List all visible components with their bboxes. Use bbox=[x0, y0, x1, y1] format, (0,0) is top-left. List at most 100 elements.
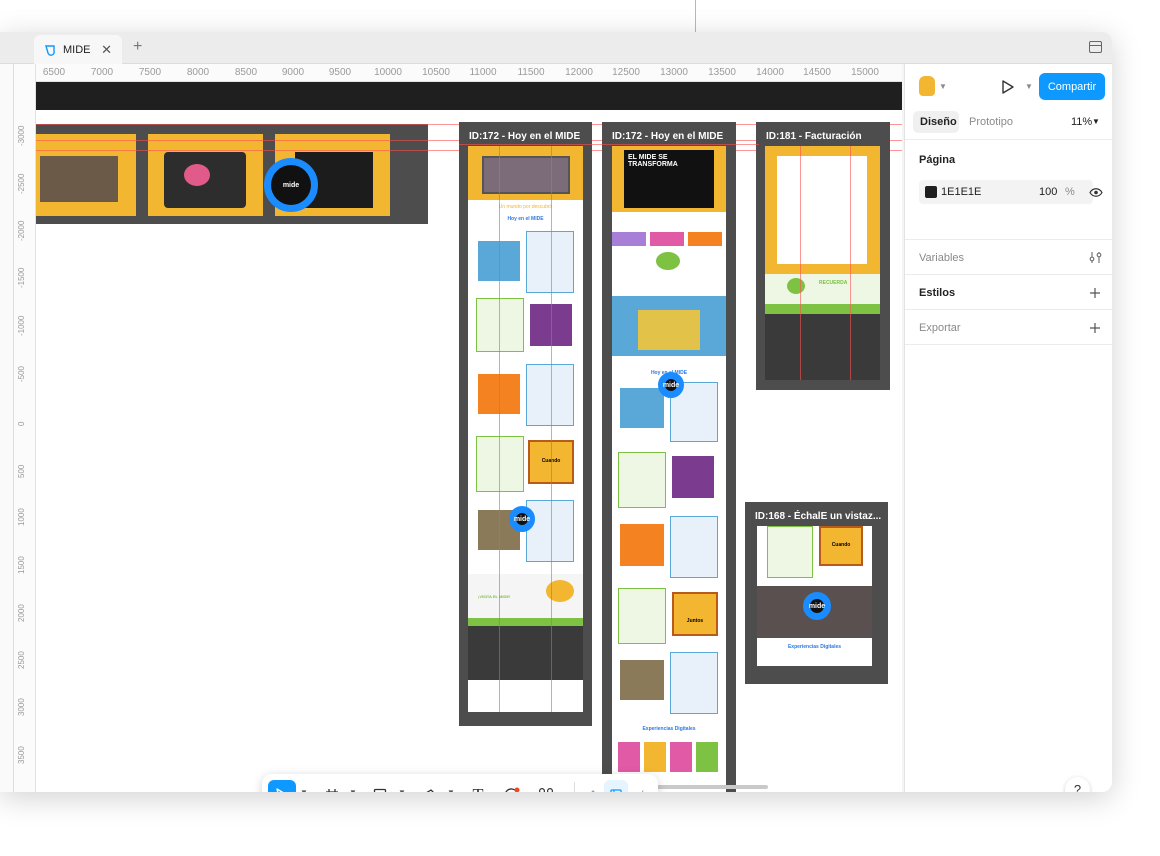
frame-label[interactable]: ID:168 - ÉchalE un vistaz... bbox=[749, 508, 888, 525]
styles-label[interactable]: Estilos bbox=[919, 287, 955, 299]
banner-photo bbox=[40, 156, 118, 202]
digital-card bbox=[644, 742, 666, 772]
page-color-value[interactable]: 1E1E1E bbox=[941, 186, 981, 198]
shape-tool-button[interactable] bbox=[366, 780, 394, 792]
form-card bbox=[777, 156, 867, 264]
ruler-tick: -1000 bbox=[17, 315, 26, 336]
share-button[interactable]: Compartir bbox=[1039, 73, 1105, 100]
ruler-tick: 1500 bbox=[17, 556, 26, 574]
tab-mide[interactable]: MIDE ✕ bbox=[34, 35, 122, 64]
ruler-tick: 7500 bbox=[138, 67, 162, 78]
email-page-preview: Un mundo por descubrir Hoy en el MIDE Cu… bbox=[468, 146, 583, 712]
move-tool-button[interactable] bbox=[268, 780, 296, 792]
guide-line bbox=[499, 146, 500, 712]
frame-hoy-en-el-mide-2[interactable]: EL MIDE SE TRANSFORMA Hoy en el MIDE bbox=[602, 122, 736, 792]
chevron-down-icon[interactable]: ▼ bbox=[1025, 82, 1033, 91]
comment-tool-button[interactable] bbox=[498, 780, 526, 792]
export-section: Exportar bbox=[905, 310, 1112, 345]
cursor-arrow-icon bbox=[276, 788, 284, 792]
card-cuando-juntos: Cuando bbox=[819, 526, 863, 566]
ruler-tick: -2500 bbox=[17, 173, 26, 194]
pen-tool-button[interactable] bbox=[415, 780, 443, 792]
tab-design[interactable]: Diseño bbox=[920, 116, 957, 128]
variables-settings-icon[interactable] bbox=[1089, 251, 1102, 264]
draw-pencil-icon bbox=[591, 790, 595, 792]
design-mode-button[interactable] bbox=[604, 780, 628, 792]
new-tab-button[interactable]: + bbox=[133, 38, 142, 56]
chevron-down-icon[interactable]: ▼ bbox=[349, 788, 357, 792]
color-swatch[interactable] bbox=[925, 186, 937, 198]
email-page-preview: EL MIDE SE TRANSFORMA Hoy en el MIDE bbox=[612, 146, 726, 792]
card-text bbox=[618, 452, 666, 508]
collaborator-cursor-avatar: mide bbox=[803, 592, 831, 620]
frame-label[interactable]: ID:172 - Hoy en el MIDE bbox=[606, 128, 730, 145]
toggle-panel-icon[interactable] bbox=[1089, 41, 1102, 53]
frame-tool-button[interactable] bbox=[318, 780, 346, 792]
ruler-tick: 2000 bbox=[17, 604, 26, 622]
digital-card bbox=[670, 742, 692, 772]
ruler-tick: 12500 bbox=[612, 67, 640, 78]
guide-line bbox=[800, 146, 801, 380]
dev-mode-button[interactable]: </> bbox=[630, 780, 654, 793]
ruler-tick: 2500 bbox=[17, 651, 26, 669]
ruler-tick: 14000 bbox=[756, 67, 784, 78]
vertical-ruler: -3000 -2500 -2000 -1500 -1000 -500 0 500… bbox=[14, 64, 36, 792]
zoom-level[interactable]: 11% bbox=[1071, 116, 1092, 128]
card-image bbox=[620, 660, 664, 700]
pen-icon bbox=[426, 789, 434, 792]
avatar-label: mide bbox=[809, 599, 825, 613]
frame-banners[interactable]: mide bbox=[36, 124, 428, 224]
feature-section bbox=[612, 296, 726, 356]
card-text bbox=[767, 526, 813, 578]
variables-label[interactable]: Variables bbox=[919, 252, 964, 264]
collaborator-cursor-avatar: mide bbox=[264, 158, 318, 212]
design-canvas[interactable]: mide Un mundo por descubrir Hoy en el MI… bbox=[36, 82, 902, 792]
export-label[interactable]: Exportar bbox=[919, 322, 961, 334]
draw-mode-button[interactable] bbox=[578, 780, 602, 792]
tab-prototype[interactable]: Prototipo bbox=[969, 116, 1013, 128]
banner-thumbnail bbox=[36, 134, 136, 216]
help-button[interactable]: ? bbox=[1065, 777, 1090, 792]
tag bbox=[612, 232, 646, 246]
chevron-down-icon[interactable]: ▼ bbox=[300, 788, 308, 792]
user-avatar[interactable] bbox=[919, 76, 935, 96]
ruler-tick: 1000 bbox=[17, 508, 26, 526]
page-opacity-value[interactable]: 100 bbox=[1039, 186, 1057, 198]
frame-label[interactable]: ID:181 - Facturación bbox=[760, 128, 868, 145]
eye-icon[interactable] bbox=[1089, 187, 1103, 198]
frame-facturacion[interactable]: RECUERDA bbox=[756, 122, 890, 390]
chevron-down-icon[interactable]: ▼ bbox=[398, 788, 406, 792]
rectangle-icon bbox=[373, 788, 387, 792]
present-play-icon[interactable] bbox=[1001, 79, 1015, 95]
ruler-tick: 10000 bbox=[374, 67, 402, 78]
green-band bbox=[765, 304, 880, 314]
add-style-plus-icon[interactable] bbox=[1089, 287, 1101, 299]
design-mode-icon bbox=[610, 789, 622, 792]
figma-file-icon bbox=[45, 44, 55, 56]
chevron-down-icon[interactable]: ▼ bbox=[939, 82, 947, 91]
email-page-preview: RECUERDA bbox=[765, 146, 880, 380]
email-header: EL MIDE SE TRANSFORMA bbox=[612, 146, 726, 212]
guide-line bbox=[459, 144, 759, 145]
actions-tool-button[interactable] bbox=[532, 780, 560, 792]
chevron-down-icon[interactable]: ▼ bbox=[1092, 117, 1100, 126]
guide-line bbox=[850, 146, 851, 380]
frame-echale-un-vistazo[interactable]: Cuando Experiencias Digitales mide bbox=[745, 502, 888, 684]
green-band bbox=[468, 618, 583, 626]
text-tool-button[interactable]: T bbox=[464, 780, 492, 793]
tab-close-icon[interactable]: ✕ bbox=[101, 42, 112, 58]
variables-section: Variables bbox=[905, 240, 1112, 275]
chevron-down-icon[interactable]: ▼ bbox=[447, 788, 455, 792]
ruler-tick: 9000 bbox=[281, 67, 305, 78]
left-sidebar-collapsed bbox=[0, 64, 14, 792]
tag bbox=[650, 232, 684, 246]
screen: MIDE ✕ + 6500 7000 7500 8000 8500 9000 9… bbox=[0, 0, 1160, 856]
ruler-tick: -3000 bbox=[17, 125, 26, 146]
frame-hash-icon bbox=[326, 789, 338, 792]
add-export-plus-icon[interactable] bbox=[1089, 322, 1101, 334]
banner-shape bbox=[184, 164, 210, 186]
frame-label[interactable]: ID:172 - Hoy en el MIDE bbox=[463, 128, 587, 145]
digital-card bbox=[618, 742, 640, 772]
frame-hoy-en-el-mide-1[interactable]: Un mundo por descubrir Hoy en el MIDE Cu… bbox=[459, 122, 592, 726]
email-header bbox=[468, 146, 583, 200]
